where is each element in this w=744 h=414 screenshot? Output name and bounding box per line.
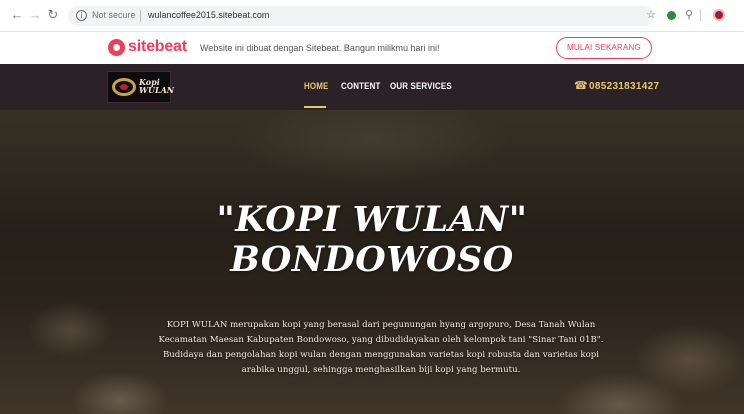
- hero-title-line-1: "KOPI WULAN": [216, 199, 528, 240]
- coffee-cup-icon: [112, 78, 136, 96]
- address-bar[interactable]: i Not secure wulancoffee2015.sitebeat.co…: [68, 6, 654, 26]
- back-arrow-icon[interactable]: ←: [8, 6, 26, 24]
- hero-description: KOPI WULAN merupakan kopi yang berasal d…: [158, 320, 604, 375]
- url-text[interactable]: wulancoffee2015.sitebeat.com: [148, 10, 269, 20]
- sitebeat-logo-icon: [108, 39, 125, 56]
- kopi-wulan-logo[interactable]: Kopi WULAN: [107, 71, 175, 103]
- search-extension-icon[interactable]: ⚲: [682, 8, 696, 22]
- address-divider: [140, 10, 141, 22]
- promo-message: Website ini dibuat dengan Sitebeat. Bang…: [200, 43, 440, 53]
- nav-item-content[interactable]: CONTENT: [341, 81, 381, 91]
- toolbar-divider: [700, 9, 701, 21]
- forward-arrow-icon[interactable]: →: [26, 6, 44, 24]
- bookmark-star-icon[interactable]: ☆: [644, 8, 658, 22]
- hero-section: "KOPI WULAN" BONDOWOSO KOPI WULAN merupa…: [0, 110, 744, 414]
- browser-toolbar: ← → ↻ i Not secure wulancoffee2015.siteb…: [0, 0, 744, 32]
- security-label: Not secure: [92, 10, 136, 20]
- hero-title-line-2: BONDOWOSO: [230, 239, 514, 280]
- active-nav-indicator: [304, 106, 326, 108]
- nav-item-home[interactable]: HOME: [304, 81, 328, 91]
- reload-icon[interactable]: ↻: [44, 6, 62, 24]
- phone-number[interactable]: 085231831427: [589, 81, 659, 92]
- extension-icon[interactable]: [664, 8, 678, 22]
- promo-banner: sitebeat Website ini dibuat dengan Siteb…: [0, 32, 744, 64]
- start-now-button[interactable]: MULAI SEKARANG: [556, 37, 652, 59]
- phone-icon: ☎: [574, 80, 588, 92]
- profile-avatar-icon[interactable]: [712, 8, 726, 22]
- logo-text: Kopi WULAN: [139, 77, 175, 95]
- info-icon[interactable]: i: [76, 10, 87, 21]
- hero-title: "KOPI WULAN" BONDOWOSO: [0, 200, 744, 280]
- sitebeat-logo-text: sitebeat: [128, 38, 187, 55]
- site-navbar: Kopi WULAN HOME CONTENT OUR SERVICES ☎ 0…: [0, 64, 744, 110]
- nav-item-our-services[interactable]: OUR SERVICES: [390, 81, 452, 91]
